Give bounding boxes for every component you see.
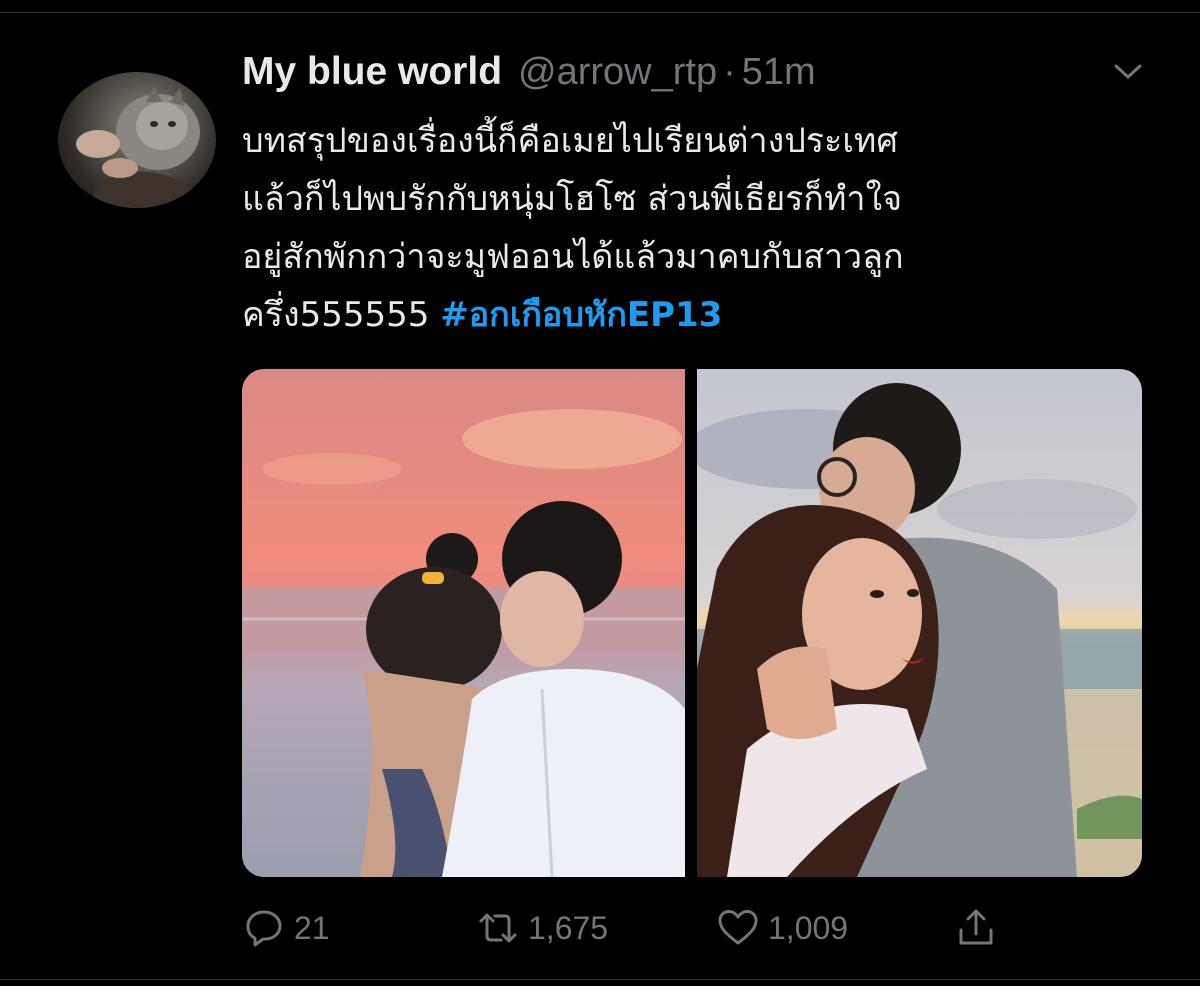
timestamp[interactable]: 51m — [742, 51, 816, 94]
retweet-button[interactable]: 1,675 — [476, 900, 608, 956]
display-name[interactable]: My blue world — [242, 50, 502, 94]
tweet-text-line: ครึ่ง555555 #อกเกือบหักEP13 — [242, 286, 1122, 344]
media-photo-2[interactable] — [697, 369, 1142, 877]
share-button[interactable] — [954, 900, 998, 956]
photo-beach-couple — [697, 369, 1142, 877]
tweet-text-line: บทสรุปของเรื่องนี้ก็คือเมยไปเรียนต่างประ… — [242, 121, 898, 161]
divider — [0, 979, 1200, 980]
tweet-text-line: อยู่สักพักกว่าจะมูฟออนได้แล้วมาคบกับสาวล… — [242, 237, 904, 277]
avatar-image — [76, 86, 200, 208]
share-icon — [954, 906, 998, 950]
separator-dot: · — [723, 50, 736, 93]
media-divider — [685, 369, 697, 877]
tweet-actions: 21 1,675 1,009 — [242, 900, 1142, 956]
media-photo-1[interactable] — [242, 369, 685, 877]
tweet-card[interactable]: My blue world @arrow_rtp · 51m บทสรุปของ… — [0, 0, 1200, 986]
retweet-icon — [476, 906, 520, 950]
like-button[interactable]: 1,009 — [716, 900, 848, 956]
reply-count: 21 — [294, 909, 330, 946]
user-handle[interactable]: @arrow_rtp — [518, 51, 717, 94]
media-grid — [242, 369, 1142, 877]
avatar[interactable] — [58, 72, 216, 208]
like-count: 1,009 — [768, 909, 849, 946]
divider — [0, 12, 1200, 13]
tweet-header: My blue world @arrow_rtp · 51m — [242, 48, 816, 96]
retweet-count: 1,675 — [528, 909, 609, 946]
chevron-down-icon[interactable] — [1110, 56, 1146, 86]
heart-icon — [716, 906, 760, 950]
photo-sunset-couple — [242, 369, 685, 877]
hashtag-link[interactable]: #อกเกือบหักEP13 — [440, 295, 722, 335]
reply-icon — [242, 906, 286, 950]
tweet-text-line: แล้วก็ไปพบรักกับหนุ่มโฮโซ ส่วนพี่เธียรก็… — [242, 179, 903, 219]
tweet-text: บทสรุปของเรื่องนี้ก็คือเมยไปเรียนต่างประ… — [242, 112, 1122, 344]
tweet-text-fragment: ครึ่ง555555 — [242, 295, 441, 335]
reply-button[interactable]: 21 — [242, 900, 330, 956]
